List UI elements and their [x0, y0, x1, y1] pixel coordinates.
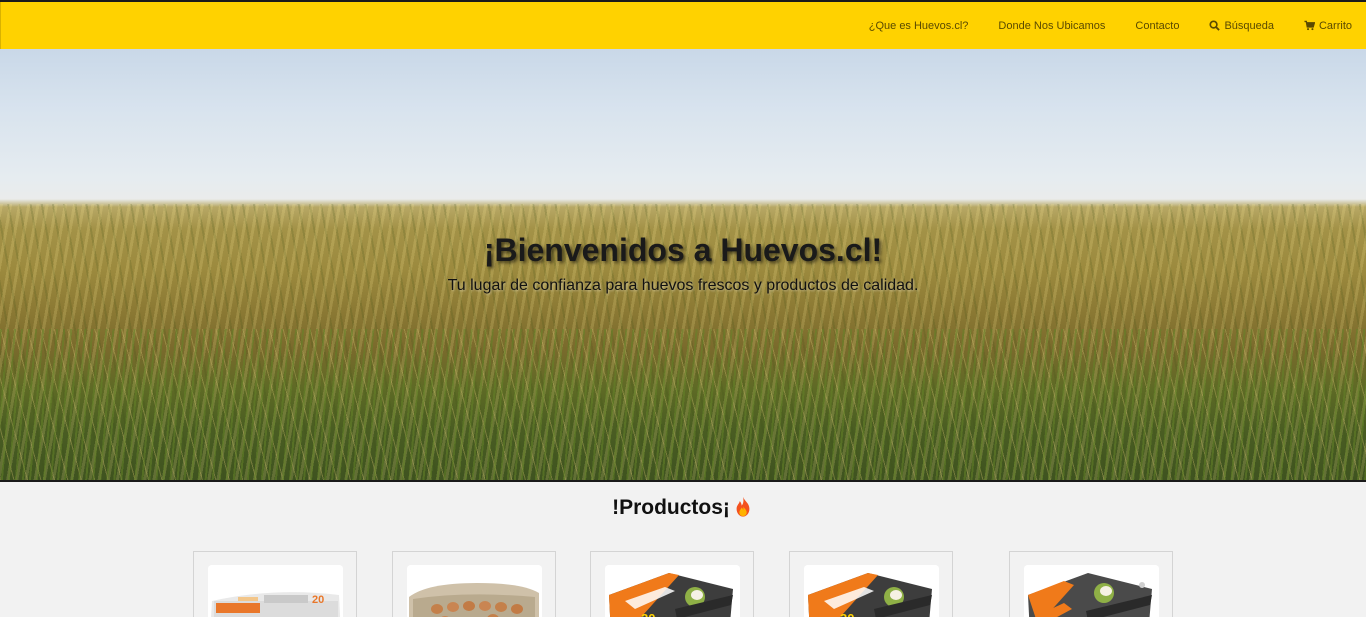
yemita-20-box-image: 20 [605, 565, 740, 617]
product-card[interactable]: 20 [193, 551, 357, 617]
nav-links: ¿Que es Huevos.cl? Donde Nos Ubicamos Co… [869, 2, 1366, 49]
nav-link-que-es[interactable]: ¿Que es Huevos.cl? [869, 20, 969, 32]
egg-carton-white-tray-image: 20 [208, 565, 343, 617]
product-card[interactable] [1009, 551, 1173, 617]
nav-link-label: Donde Nos Ubicamos [998, 19, 1106, 32]
nav-link-contacto[interactable]: Contacto [1135, 20, 1179, 32]
products-title-text: !Productos¡ [612, 496, 730, 519]
cornfield-foreground [0, 329, 1366, 480]
nav-link-label: ¿Que es Huevos.cl? [868, 19, 969, 32]
hero-divider [0, 480, 1366, 482]
nav-link-label: Búsqueda [1224, 19, 1274, 32]
fire-icon [736, 496, 750, 517]
nav-link-label: Carrito [1318, 19, 1352, 32]
hero-banner: ¡Bienvenidos a Huevos.cl! Tu lugar de co… [0, 49, 1366, 480]
nav-link-carrito[interactable]: Carrito [1304, 20, 1352, 32]
product-image[interactable] [407, 565, 542, 617]
box-number: 30 [840, 611, 854, 617]
product-image[interactable]: 30 [804, 565, 939, 617]
box-number: 20 [641, 611, 655, 617]
nav-link-busqueda[interactable]: Búsqueda [1209, 20, 1274, 32]
products-title: !Productos¡ [0, 496, 1366, 520]
product-image[interactable] [1024, 565, 1159, 617]
yemita-30-box-image: 30 [804, 565, 939, 617]
yemita-dark-box-image [1024, 565, 1159, 617]
product-card[interactable]: 30 [789, 551, 953, 617]
product-card[interactable] [392, 551, 556, 617]
nav-link-ubicacion[interactable]: Donde Nos Ubicamos [998, 20, 1105, 32]
egg-carton-brown-open-image [407, 565, 542, 617]
search-icon [1209, 20, 1221, 31]
navbar: ¿Que es Huevos.cl? Donde Nos Ubicamos Co… [0, 2, 1366, 49]
product-image[interactable]: 20 [208, 565, 343, 617]
nav-link-label: Contacto [1135, 19, 1180, 32]
carton-number: 20 [312, 594, 324, 606]
product-image[interactable]: 20 [605, 565, 740, 617]
hero-subtitle: Tu lugar de confianza para huevos fresco… [447, 277, 919, 294]
hero-title: ¡Bienvenidos a Huevos.cl! [483, 232, 883, 268]
product-card[interactable]: 20 [590, 551, 754, 617]
cart-icon [1304, 20, 1315, 31]
